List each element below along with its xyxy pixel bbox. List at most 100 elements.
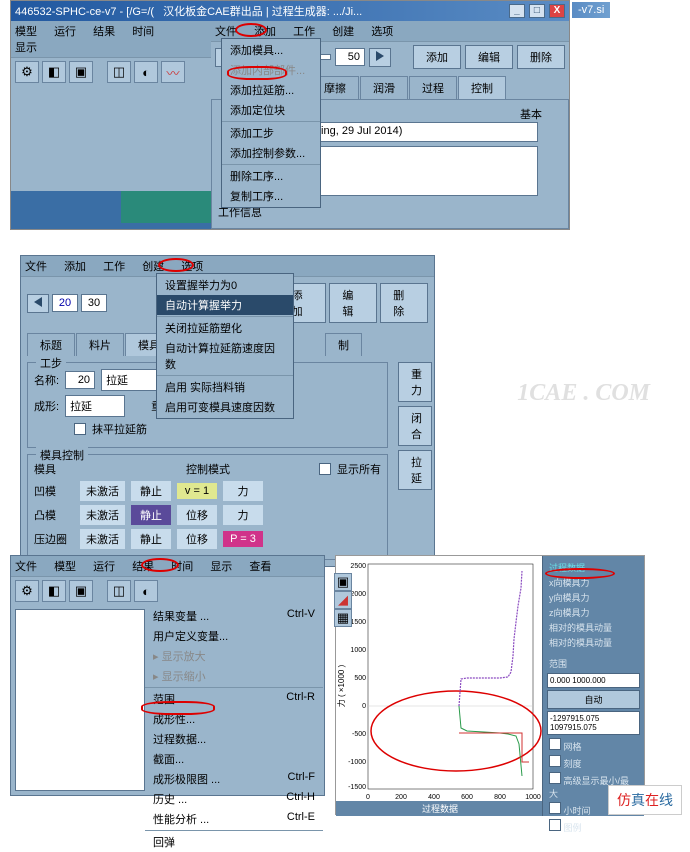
dd-process-data[interactable]: 过程数据... xyxy=(145,729,323,749)
bot-menu-display[interactable]: 显示 xyxy=(210,558,232,574)
side-i0[interactable]: 过程数据 xyxy=(547,560,640,575)
r2-d[interactable]: 力 xyxy=(223,505,263,525)
btn-edit[interactable]: 编辑 xyxy=(465,45,513,69)
step-name[interactable]: 拉延 xyxy=(101,369,161,391)
menu-run[interactable]: 运行 xyxy=(54,23,76,39)
dd-fld[interactable]: 成形极限图 ...Ctrl-F xyxy=(145,769,323,789)
r2-c[interactable]: 位移 xyxy=(177,505,217,525)
r3-b[interactable]: 静止 xyxy=(131,529,171,549)
mid-menu-opts[interactable]: 选项 xyxy=(181,258,203,274)
side-i5[interactable]: 相对的模具动量 xyxy=(547,635,640,650)
bot-menu-time[interactable]: 时间 xyxy=(171,558,193,574)
cb-legend[interactable] xyxy=(549,819,561,831)
r2-b[interactable]: 静止 xyxy=(131,505,171,525)
btn-add[interactable]: 添加 xyxy=(413,45,461,69)
bot-menu-model[interactable]: 模型 xyxy=(54,558,76,574)
side-draw[interactable]: 拉延 xyxy=(398,450,432,490)
dd-del-proc[interactable]: 删除工序... xyxy=(222,166,320,186)
mid-menu-file[interactable]: 文件 xyxy=(25,258,47,274)
r1-d[interactable]: 力 xyxy=(223,481,263,501)
auto-button[interactable]: 自动 xyxy=(547,690,640,709)
toolbar-btn-4[interactable]: ◫ xyxy=(107,61,131,83)
page-30[interactable]: 30 xyxy=(81,294,107,312)
dd-add-block[interactable]: 添加定位块 xyxy=(222,100,320,120)
bot-menu-result[interactable]: 结果 xyxy=(132,558,154,574)
cb-smalltime[interactable] xyxy=(549,802,561,814)
showall-checkbox[interactable] xyxy=(319,463,331,475)
page-next[interactable] xyxy=(369,48,391,67)
dd-add-bead[interactable]: 添加拉延筋... xyxy=(222,80,320,100)
dd-formability[interactable]: 成形性... xyxy=(145,709,323,729)
bot-tbtn-1[interactable]: ⚙ xyxy=(15,580,39,602)
bot-tbtn-4[interactable]: ◫ xyxy=(107,580,131,602)
side-i3[interactable]: z向模具力 xyxy=(547,605,640,620)
menu-time[interactable]: 时间 xyxy=(132,23,154,39)
cb-scale[interactable] xyxy=(549,755,561,767)
r1-b[interactable]: 静止 xyxy=(131,481,171,501)
mid-prev[interactable] xyxy=(27,294,49,313)
menu-file[interactable]: 文件 xyxy=(215,23,237,39)
dd-range[interactable]: 范围 ...Ctrl-R xyxy=(145,689,323,709)
dd-add-inner[interactable]: 添加内部部件... xyxy=(222,60,320,80)
charttool-3[interactable]: ▦ xyxy=(334,609,352,627)
toolbar-btn-6[interactable]: 〰 xyxy=(161,61,185,83)
flatten-checkbox[interactable] xyxy=(74,423,86,435)
cb-minmax[interactable] xyxy=(549,772,561,784)
toolbar-btn-5[interactable]: ◐ xyxy=(134,61,158,83)
tab-process[interactable]: 过程 xyxy=(409,76,457,99)
menu-result[interactable]: 结果 xyxy=(93,23,115,39)
bot-menu-view[interactable]: 查看 xyxy=(249,558,271,574)
dd-result-var[interactable]: 结果变量 ...Ctrl-V xyxy=(145,606,323,626)
dd-add-ctrl[interactable]: 添加控制参数... xyxy=(222,143,320,163)
dd-zoom-out[interactable]: ▸ 显示缩小 xyxy=(145,666,323,686)
toolbar-btn-2[interactable]: ◧ xyxy=(42,61,66,83)
r3-a[interactable]: 未激活 xyxy=(80,529,125,549)
dd-perf[interactable]: 性能分析 ...Ctrl-E xyxy=(145,809,323,829)
bot-menu-file[interactable]: 文件 xyxy=(15,558,37,574)
r3-c[interactable]: 位移 xyxy=(177,529,217,549)
shape-select[interactable]: 拉延 xyxy=(65,395,125,417)
dd-section[interactable]: 截面... xyxy=(145,749,323,769)
toolbar-btn-1[interactable]: ⚙ xyxy=(15,61,39,83)
btn-del[interactable]: 删除 xyxy=(517,45,565,69)
side-i2[interactable]: y向模具力 xyxy=(547,590,640,605)
page-value[interactable]: 50 xyxy=(335,48,365,66)
r1-c[interactable]: v = 1 xyxy=(177,483,217,499)
step-idx[interactable]: 20 xyxy=(65,371,95,389)
tab-lube[interactable]: 润滑 xyxy=(360,76,408,99)
page-20[interactable]: 20 xyxy=(52,294,78,312)
menu-add[interactable]: 添加 xyxy=(254,23,276,39)
r1-a[interactable]: 未激活 xyxy=(80,481,125,501)
opt-setforce0[interactable]: 设置握举力为0 xyxy=(157,275,293,295)
dd-add-step[interactable]: 添加工步 xyxy=(222,123,320,143)
r2-a[interactable]: 未激活 xyxy=(80,505,125,525)
mid-tab-blank[interactable]: 料片 xyxy=(76,333,124,356)
mid-btn-del[interactable]: 删除 xyxy=(380,283,428,323)
dd-zoom-in[interactable]: ▸ 显示放大 xyxy=(145,646,323,666)
opt-auto-speed[interactable]: 自动计算拉延筋速度因数 xyxy=(157,338,293,374)
mid-tab-title[interactable]: 标题 xyxy=(27,333,75,356)
bot-tbtn-3[interactable]: ▣ xyxy=(69,580,93,602)
opt-autocalc[interactable]: 自动计算握举力 xyxy=(157,295,293,315)
dd-history[interactable]: 历史 ...Ctrl-H xyxy=(145,789,323,809)
menu-model[interactable]: 模型 xyxy=(15,23,37,39)
bot-tbtn-5[interactable]: ◐ xyxy=(134,580,158,602)
menu-display[interactable]: 显示 xyxy=(15,39,37,55)
menu-options[interactable]: 选项 xyxy=(371,23,393,39)
opt-close-bead[interactable]: 关闭拉延筋塑化 xyxy=(157,318,293,338)
menu-work[interactable]: 工作 xyxy=(293,23,315,39)
mid-menu-add[interactable]: 添加 xyxy=(64,258,86,274)
mid-btn-edit[interactable]: 编辑 xyxy=(329,283,377,323)
side-close[interactable]: 闭合 xyxy=(398,406,432,446)
bot-tbtn-2[interactable]: ◧ xyxy=(42,580,66,602)
opt-real-pin[interactable]: 启用 实际挡料销 xyxy=(157,377,293,397)
tab-control[interactable]: 控制 xyxy=(458,76,506,99)
mid-menu-work[interactable]: 工作 xyxy=(103,258,125,274)
charttool-1[interactable]: ▣ xyxy=(334,573,352,591)
side-i1[interactable]: x向模具力 xyxy=(547,575,640,590)
dd-user-var[interactable]: 用户定义变量... xyxy=(145,626,323,646)
side-i4[interactable]: 相对的模具动量 xyxy=(547,620,640,635)
menu-create[interactable]: 创建 xyxy=(332,23,354,39)
bot-menu-run[interactable]: 运行 xyxy=(93,558,115,574)
mid-menu-create[interactable]: 创建 xyxy=(142,258,164,274)
